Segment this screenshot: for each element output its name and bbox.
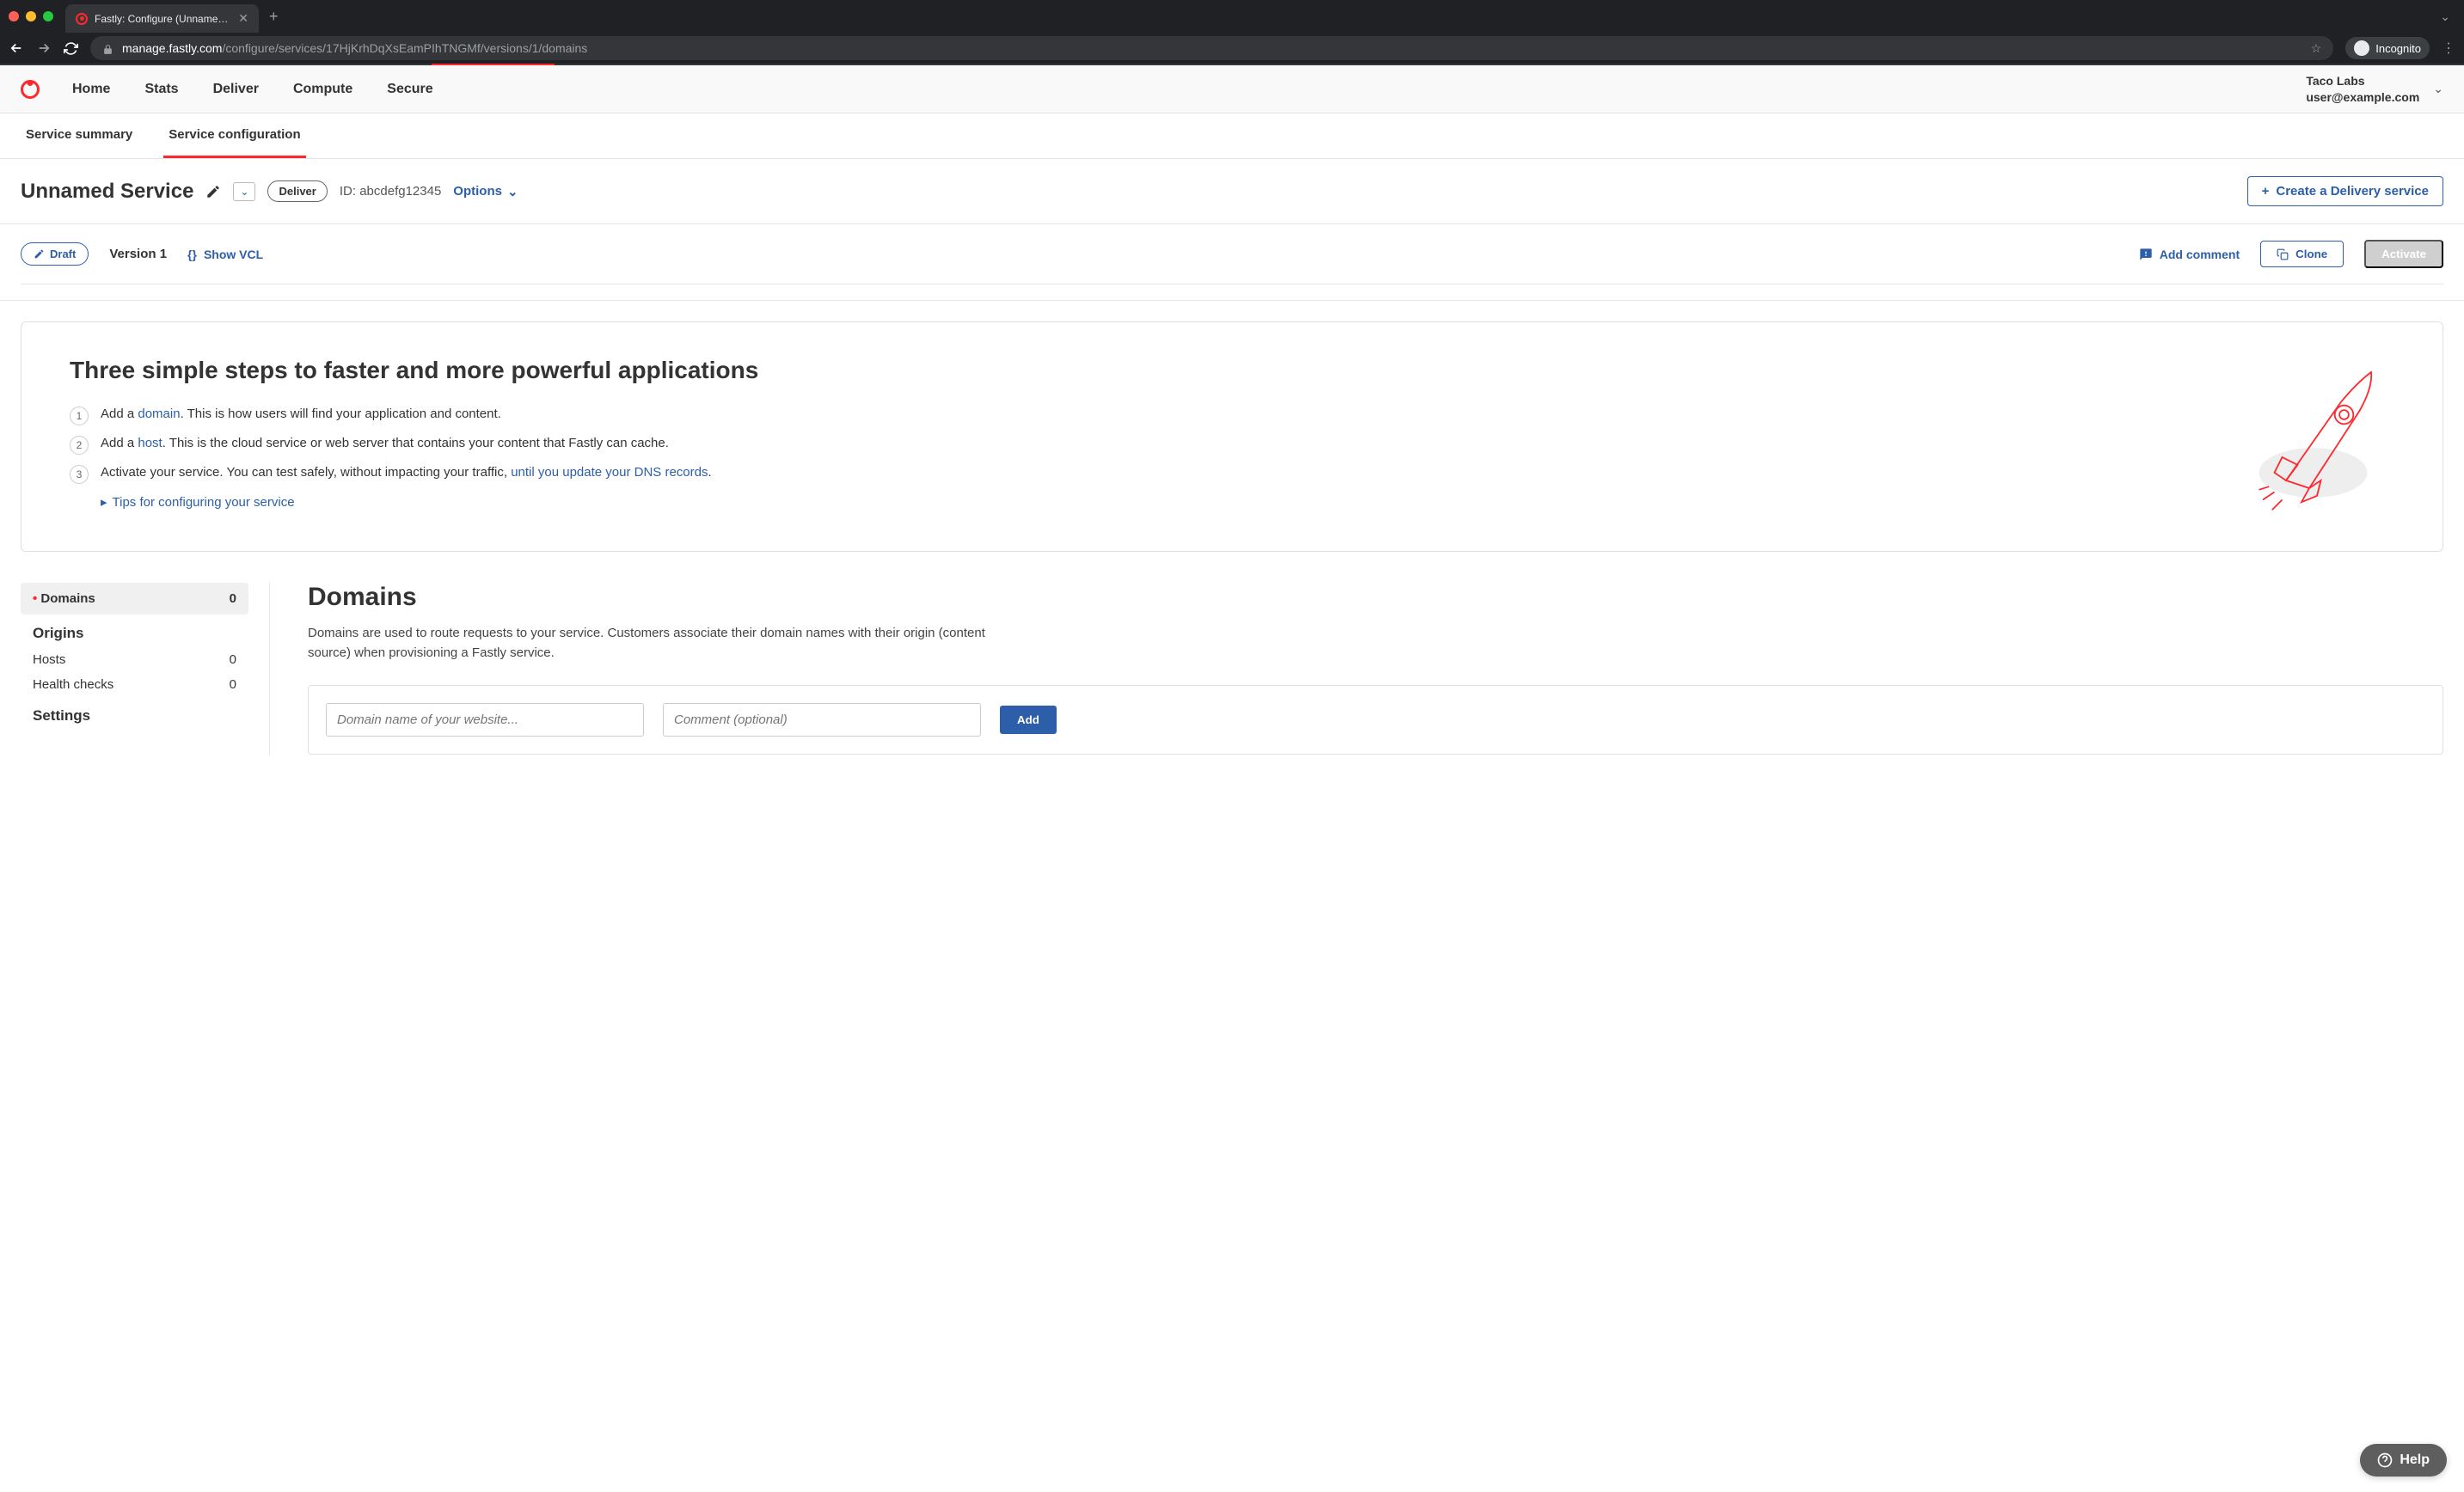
- account-info: Taco Labs user@example.com: [2306, 73, 2419, 106]
- chevron-down-icon: ⌄: [2433, 82, 2443, 96]
- domain-name-input[interactable]: [326, 703, 644, 737]
- tips-link[interactable]: ▸ Tips for configuring your service: [101, 494, 2216, 510]
- rocket-illustration-icon: [2240, 357, 2394, 511]
- add-domain-button[interactable]: Add: [1000, 706, 1057, 734]
- incognito-badge[interactable]: Incognito: [2345, 37, 2430, 59]
- url-text: manage.fastly.com/configure/services/17H…: [122, 41, 587, 55]
- service-switcher-dropdown[interactable]: ⌄: [233, 182, 255, 201]
- window-controls: [9, 11, 53, 21]
- show-vcl-link[interactable]: {} Show VCL: [187, 248, 263, 261]
- domain-link[interactable]: domain: [138, 407, 180, 421]
- nav-deliver[interactable]: Deliver: [213, 82, 259, 97]
- browser-chrome: Fastly: Configure (Unnamed Se ✕ + ⌄ mana…: [0, 0, 2464, 65]
- incognito-label: Incognito: [2375, 42, 2421, 55]
- create-delivery-service-button[interactable]: + Create a Delivery service: [2247, 176, 2443, 206]
- tab-service-summary[interactable]: Service summary: [21, 113, 138, 158]
- service-id: ID: abcdefg12345: [340, 184, 441, 199]
- account-email: user@example.com: [2306, 89, 2419, 106]
- step-number-icon: 2: [70, 436, 89, 455]
- config-layout: Domains 0 Origins Hosts 0 Health checks …: [0, 583, 2464, 806]
- intro-step-1: 1 Add a domain. This is how users will f…: [70, 407, 2216, 425]
- add-domain-form: Add: [308, 685, 2443, 755]
- dns-records-link[interactable]: until you update your DNS records: [511, 465, 708, 480]
- service-name: Unnamed Service: [21, 180, 193, 204]
- nav-stats[interactable]: Stats: [144, 82, 178, 97]
- service-type-pill: Deliver: [267, 180, 327, 202]
- account-menu[interactable]: Taco Labs user@example.com ⌄: [2306, 73, 2443, 106]
- load-progress-bar: [0, 64, 2464, 65]
- health-count: 0: [230, 677, 236, 692]
- service-header: Unnamed Service ⌄ Deliver ID: abcdefg123…: [0, 159, 2464, 224]
- window-close-button[interactable]: [9, 11, 19, 21]
- triangle-right-icon: ▸: [101, 494, 107, 510]
- version-label: Version 1: [109, 247, 167, 261]
- nav-secure[interactable]: Secure: [387, 82, 432, 97]
- getting-started-box: Three simple steps to faster and more po…: [21, 321, 2443, 552]
- tab-close-icon[interactable]: ✕: [238, 11, 248, 26]
- reload-button[interactable]: [64, 40, 78, 56]
- step-number-icon: 3: [70, 465, 89, 484]
- options-dropdown[interactable]: Options ⌄: [453, 184, 518, 199]
- tab-title: Fastly: Configure (Unnamed Se: [95, 13, 231, 25]
- clone-button[interactable]: Clone: [2260, 241, 2344, 267]
- tab-list-chevron-icon[interactable]: ⌄: [2440, 9, 2450, 24]
- hosts-count: 0: [230, 652, 236, 667]
- step-number-icon: 1: [70, 407, 89, 425]
- panel-title: Domains: [308, 583, 2443, 612]
- url-input[interactable]: manage.fastly.com/configure/services/17H…: [90, 36, 2333, 60]
- braces-icon: {}: [187, 248, 197, 261]
- fastly-logo-icon[interactable]: [21, 80, 40, 99]
- address-bar: manage.fastly.com/configure/services/17H…: [0, 33, 2464, 64]
- help-button[interactable]: Help: [2360, 1444, 2447, 1477]
- sidebar-item-domains[interactable]: Domains 0: [21, 583, 248, 615]
- activate-button[interactable]: Activate: [2364, 240, 2443, 268]
- sidebar-item-health-checks[interactable]: Health checks 0: [21, 672, 248, 697]
- incognito-icon: [2354, 40, 2369, 56]
- account-name: Taco Labs: [2306, 73, 2419, 89]
- intro-title: Three simple steps to faster and more po…: [70, 357, 2216, 384]
- window-maximize-button[interactable]: [43, 11, 53, 21]
- sidebar-heading-settings: Settings: [21, 697, 248, 730]
- edit-name-button[interactable]: [205, 183, 221, 199]
- forward-button[interactable]: [36, 40, 52, 56]
- browser-menu-button[interactable]: ⋮: [2442, 40, 2455, 57]
- intro-steps: 1 Add a domain. This is how users will f…: [70, 407, 2216, 484]
- app-header: Home Stats Deliver Compute Secure Taco L…: [0, 65, 2464, 113]
- domains-count: 0: [230, 591, 236, 606]
- back-button[interactable]: [9, 40, 24, 56]
- browser-tab[interactable]: Fastly: Configure (Unnamed Se ✕: [65, 4, 259, 33]
- bookmark-star-icon[interactable]: ☆: [2311, 41, 2322, 56]
- sidebar-heading-origins: Origins: [21, 615, 248, 647]
- panel-description: Domains are used to route requests to yo…: [308, 624, 1013, 663]
- new-tab-button[interactable]: +: [269, 8, 279, 26]
- domain-comment-input[interactable]: [663, 703, 981, 737]
- draft-badge[interactable]: Draft: [21, 242, 89, 266]
- add-comment-link[interactable]: Add comment: [2139, 248, 2240, 261]
- nav-home[interactable]: Home: [72, 82, 110, 97]
- intro-step-3: 3 Activate your service. You can test sa…: [70, 465, 2216, 484]
- tab-service-configuration[interactable]: Service configuration: [163, 113, 305, 158]
- fastly-favicon-icon: [76, 13, 88, 25]
- service-tabs: Service summary Service configuration: [0, 113, 2464, 159]
- config-sidebar: Domains 0 Origins Hosts 0 Health checks …: [21, 583, 270, 755]
- main-nav: Home Stats Deliver Compute Secure: [72, 82, 433, 97]
- window-minimize-button[interactable]: [26, 11, 36, 21]
- nav-compute[interactable]: Compute: [293, 82, 352, 97]
- lock-icon: [102, 41, 113, 55]
- sidebar-item-hosts[interactable]: Hosts 0: [21, 647, 248, 672]
- browser-tab-bar: Fastly: Configure (Unnamed Se ✕ + ⌄: [0, 0, 2464, 33]
- version-bar: Draft Version 1 {} Show VCL Add comment …: [0, 224, 2464, 301]
- chevron-down-icon: ⌄: [507, 184, 518, 199]
- host-link[interactable]: host: [138, 436, 162, 450]
- plus-icon: +: [2262, 184, 2270, 199]
- intro-step-2: 2 Add a host. This is the cloud service …: [70, 436, 2216, 455]
- domains-panel: Domains Domains are used to route reques…: [270, 583, 2443, 755]
